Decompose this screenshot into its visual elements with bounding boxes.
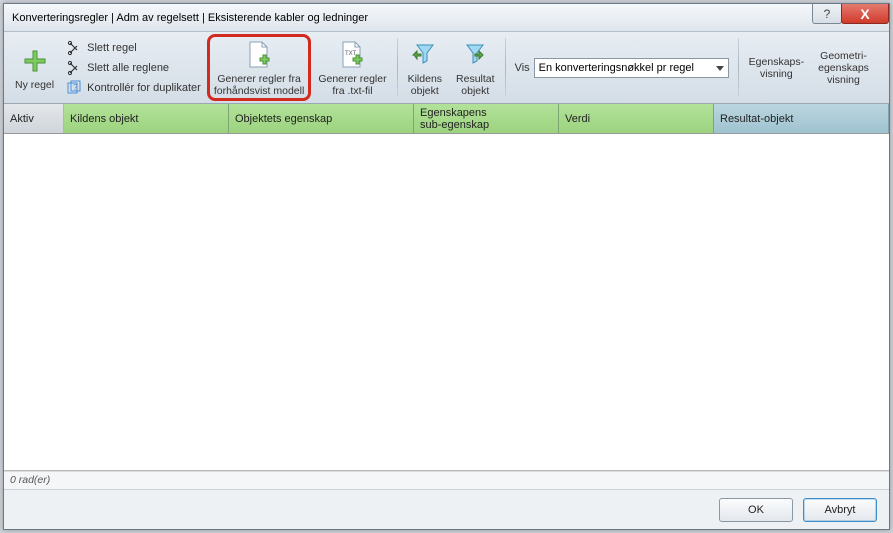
col-verdi[interactable]: Verdi [559, 104, 714, 133]
grid-header-row: Aktiv Kildens objekt Objektets egenskap … [4, 104, 889, 134]
delete-all-rules-button[interactable]: Slett alle reglene [65, 59, 203, 77]
source-object-label-1: Kildens [408, 73, 442, 85]
scissors-icon [67, 40, 83, 56]
col-kildens-objekt-label: Kildens objekt [70, 113, 139, 125]
check-duplicates-button[interactable]: ? Kontrollér for duplikater [65, 79, 203, 97]
new-rule-label: Ny regel [15, 79, 54, 91]
txt-file-plus-icon: TXT [336, 39, 368, 71]
generate-from-txt-button[interactable]: TXT Generer regler fra .txt-fil [311, 34, 393, 101]
col-egenskapens-sub-label-1: Egenskapens [420, 107, 487, 119]
result-object-label-2: objekt [461, 85, 489, 97]
titlebar-buttons: ? X [813, 4, 889, 26]
generate-from-model-label-2: forhåndsvist modell [214, 85, 304, 97]
geometry-view-label-3: visning [827, 74, 860, 86]
view-combo[interactable]: En konverteringsnøkkel pr regel [534, 58, 729, 78]
result-object-button[interactable]: Resultat objekt [449, 34, 502, 101]
delete-rule-button[interactable]: Slett regel [65, 39, 203, 57]
help-icon: ? [824, 7, 831, 21]
col-kildens-objekt[interactable]: Kildens objekt [64, 104, 229, 133]
geometry-view-label-1: Geometri- [820, 50, 867, 62]
col-resultat-objekt[interactable]: Resultat-objekt [714, 104, 889, 133]
col-aktiv-label: Aktiv [10, 113, 34, 125]
rule-edit-group: Slett regel Slett alle reglene ? Kontrol… [61, 34, 207, 101]
row-count-label: 0 rad(er) [10, 474, 50, 486]
delete-rule-label: Slett regel [87, 42, 137, 54]
col-egenskapens-sub[interactable]: Egenskapens sub-egenskap [414, 104, 559, 133]
col-objektets-egenskap-label: Objektets egenskap [235, 113, 332, 125]
plus-icon [19, 45, 51, 77]
geometry-view-label-2: egenskaps [818, 62, 869, 74]
generate-from-txt-label-2: fra .txt-fil [332, 85, 372, 97]
view-selector-area: Vis En konverteringsnøkkel pr regel [509, 34, 735, 101]
generate-from-txt-label-1: Generer regler [318, 73, 386, 85]
col-resultat-objekt-label: Resultat-objekt [720, 113, 793, 125]
window-title: Konverteringsregler | Adm av regelsett |… [12, 12, 368, 24]
funnel-arrow-right-icon [459, 39, 491, 71]
svg-text:TXT: TXT [345, 51, 357, 57]
ribbon-toolbar: Ny regel Slett regel Slett alle reglene … [4, 32, 889, 104]
col-egenskapens-sub-label-2: sub-egenskap [420, 119, 489, 131]
property-view-button[interactable]: Egenskaps- visning [742, 34, 811, 101]
source-object-button[interactable]: Kildens objekt [401, 34, 449, 101]
view-combo-value: En konverteringsnøkkel pr regel [539, 62, 694, 74]
status-bar: 0 rad(er) [4, 471, 889, 489]
cancel-button[interactable]: Avbryt [803, 498, 877, 522]
property-view-label-1: Egenskaps- [749, 56, 804, 68]
close-icon: X [860, 6, 869, 22]
property-view-label-2: visning [760, 68, 793, 80]
ok-button[interactable]: OK [719, 498, 793, 522]
col-verdi-label: Verdi [565, 113, 590, 125]
dialog-footer: OK Avbryt [4, 489, 889, 529]
col-aktiv[interactable]: Aktiv [4, 104, 64, 133]
generate-from-model-button[interactable]: Generer regler fra forhåndsvist modell [207, 34, 311, 101]
check-duplicates-label: Kontrollér for duplikater [87, 82, 201, 94]
delete-all-rules-label: Slett alle reglene [87, 62, 169, 74]
ribbon-separator [738, 38, 739, 97]
document-plus-icon [243, 39, 275, 71]
ribbon-separator [505, 38, 506, 97]
titlebar: Konverteringsregler | Adm av regelsett |… [4, 4, 889, 32]
generate-from-model-label-1: Generer regler fra [217, 73, 300, 85]
view-label: Vis [515, 62, 530, 74]
source-object-label-2: objekt [411, 85, 439, 97]
new-rule-button[interactable]: Ny regel [8, 34, 61, 101]
help-button[interactable]: ? [812, 4, 842, 24]
close-button[interactable]: X [841, 4, 889, 24]
cancel-button-label: Avbryt [825, 504, 856, 516]
ribbon-separator [397, 38, 398, 97]
col-objektets-egenskap[interactable]: Objektets egenskap [229, 104, 414, 133]
scissors-icon [67, 60, 83, 76]
result-object-label-1: Resultat [456, 73, 495, 85]
svg-text:?: ? [73, 83, 78, 92]
grid-body[interactable] [4, 134, 889, 471]
duplicate-check-icon: ? [67, 80, 83, 96]
geometry-property-view-button[interactable]: Geometri- egenskaps visning [811, 34, 876, 101]
dialog-window: Konverteringsregler | Adm av regelsett |… [3, 3, 890, 530]
ok-button-label: OK [748, 504, 764, 516]
funnel-arrow-left-icon [409, 39, 441, 71]
